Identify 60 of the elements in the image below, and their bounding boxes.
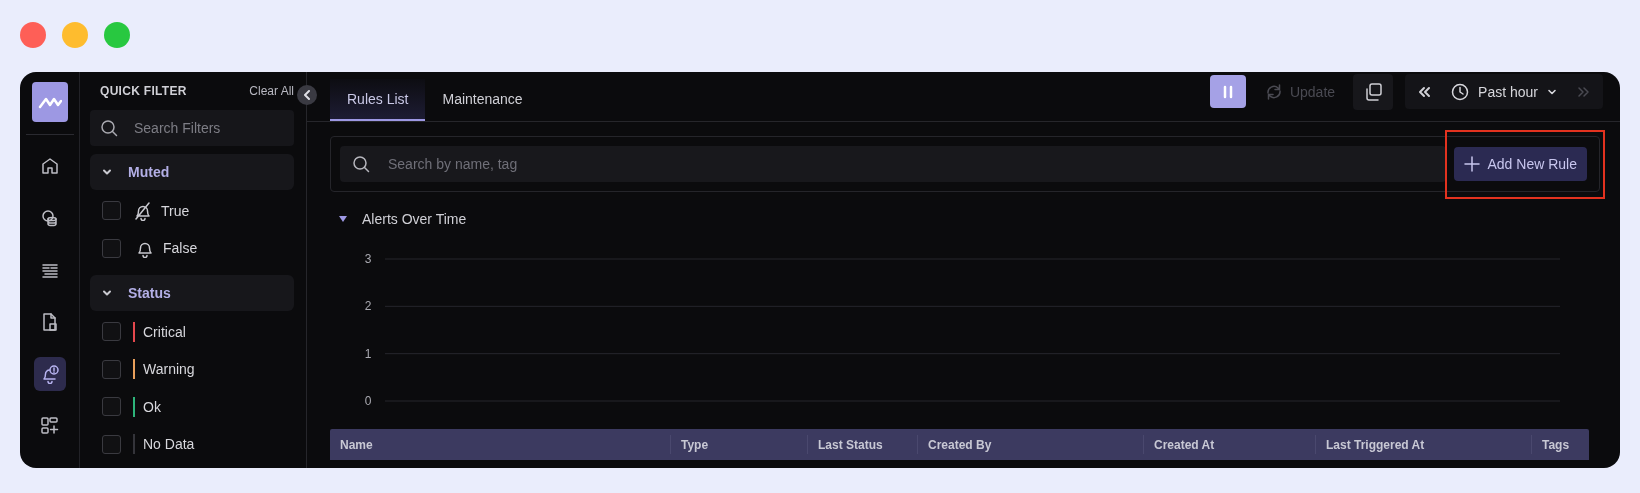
column-header[interactable]: Name — [330, 435, 670, 454]
checkbox[interactable] — [102, 434, 121, 454]
checkbox[interactable] — [102, 238, 121, 258]
column-header[interactable]: Created By — [917, 435, 1143, 454]
option-label: No Data — [143, 436, 195, 453]
option-label: False — [163, 240, 198, 257]
axis-tick-label: 1 — [364, 346, 372, 361]
option-label: True — [161, 202, 190, 219]
checkbox[interactable] — [102, 397, 121, 417]
plus-icon — [1463, 156, 1480, 172]
collapse-button[interactable] — [297, 85, 317, 105]
chevron-down-icon — [102, 288, 112, 298]
add-new-rule-button[interactable]: Add New Rule — [1453, 147, 1587, 181]
search-field[interactable]: Search by name, tag — [340, 146, 1446, 182]
checkbox[interactable] — [102, 201, 121, 221]
section-title: Muted — [128, 164, 170, 180]
column-header[interactable]: Type — [670, 435, 807, 454]
clear-all-link[interactable]: Clear All — [249, 84, 294, 98]
dashboard-add-icon — [39, 416, 60, 436]
bell-off-icon — [133, 200, 153, 221]
double-chevron-left-icon — [1417, 85, 1432, 98]
logo[interactable] — [31, 82, 68, 122]
logo-wave-icon — [37, 95, 62, 109]
search-input[interactable]: Search by name, tag — [386, 155, 1434, 173]
option-label: Warning — [143, 361, 195, 378]
column-header[interactable]: Last Triggered At — [1315, 435, 1531, 454]
double-chevron-right-icon — [1577, 85, 1591, 98]
copy-button[interactable] — [1353, 73, 1394, 110]
chart-toggle[interactable]: Alerts Over Time — [338, 210, 1600, 228]
search-icon — [352, 155, 370, 173]
section-title: Status — [128, 285, 171, 301]
column-header[interactable]: Last Status — [807, 435, 917, 454]
checkbox[interactable] — [102, 359, 121, 379]
chevron-down-icon — [102, 167, 112, 177]
copy-icon — [1363, 81, 1384, 102]
option-label: Critical — [143, 323, 186, 340]
search-input[interactable]: Search Filters — [132, 119, 284, 137]
pause-icon — [1221, 84, 1234, 99]
section-header[interactable]: Muted — [90, 154, 294, 190]
axis-tick-label: 2 — [364, 299, 372, 314]
tab[interactable]: Rules List — [330, 79, 426, 121]
database-icon — [39, 208, 60, 228]
home-icon — [39, 156, 60, 176]
axis-tick-label: 3 — [364, 252, 372, 266]
search-field[interactable]: Search Filters — [90, 110, 294, 146]
clock-icon — [1451, 82, 1470, 101]
chevron-left-icon — [303, 90, 311, 100]
checkbox[interactable] — [102, 322, 121, 342]
option-label: Ok — [143, 398, 161, 415]
axis-tick-label: 0 — [364, 394, 372, 408]
column-header[interactable]: Created At — [1143, 435, 1315, 454]
search-icon — [100, 119, 118, 137]
section-header[interactable]: Status — [90, 275, 294, 311]
column-header[interactable]: Tags — [1531, 435, 1589, 454]
pause-button[interactable] — [1209, 75, 1246, 108]
nav-button[interactable] — [33, 357, 66, 391]
tab[interactable]: Maintenance — [425, 79, 540, 121]
triangle-down-icon — [338, 215, 348, 223]
close-window-button[interactable] — [20, 22, 46, 48]
panel-title: QUICK FILTER — [100, 84, 187, 98]
